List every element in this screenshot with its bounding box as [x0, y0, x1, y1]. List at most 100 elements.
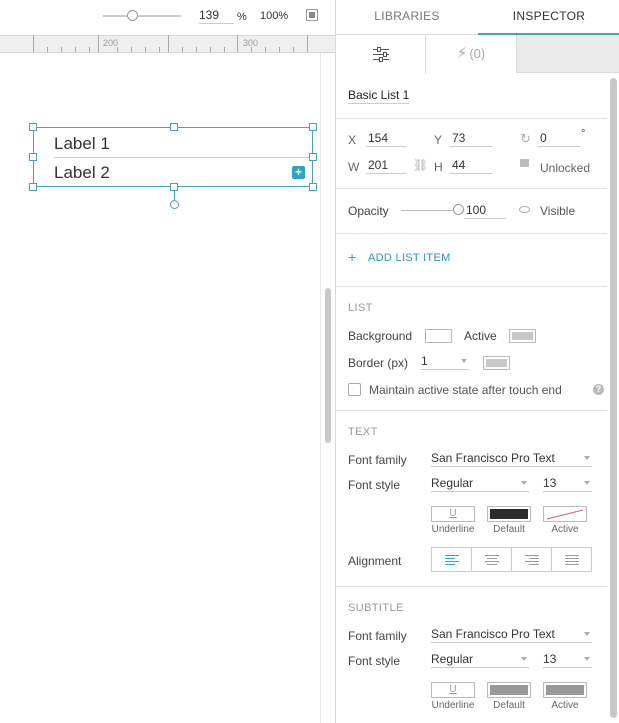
- inspector-subtabs: ⚡︎ (0): [336, 35, 619, 74]
- canvas-scroll-thumb[interactable]: [325, 288, 331, 443]
- y-label: Y: [434, 133, 443, 147]
- ruler-tick: [196, 47, 197, 52]
- zoom-reset-button[interactable]: 100%: [260, 10, 288, 22]
- subtitle-section: SUBTITLE Font family San Francisco Pro T…: [336, 587, 607, 723]
- subtitle-active-color-fill: [546, 685, 584, 695]
- subtitle-font-family-select[interactable]: San Francisco Pro Text: [431, 627, 592, 643]
- default-color-fill: [490, 509, 528, 519]
- opacity-input[interactable]: 100: [464, 203, 506, 219]
- rotation-input[interactable]: 0: [538, 131, 580, 147]
- font-size-select[interactable]: 13: [543, 476, 592, 492]
- active-label: Active: [464, 329, 497, 343]
- active-color-button[interactable]: [543, 506, 587, 522]
- h-input[interactable]: 44: [450, 158, 492, 174]
- eye-icon[interactable]: [519, 206, 530, 213]
- subtitle-font-style-label: Font style: [348, 654, 401, 668]
- help-icon[interactable]: ?: [593, 384, 604, 395]
- resize-handle-sw[interactable]: [29, 183, 37, 191]
- list-section: LIST Background Active Border (px) 1 Mai…: [336, 287, 607, 411]
- element-name-field[interactable]: Basic List 1: [348, 88, 410, 104]
- ruler-tick: [293, 47, 294, 52]
- visible-toggle[interactable]: Visible: [540, 204, 575, 218]
- resize-handle-e[interactable]: [309, 153, 317, 161]
- opacity-slider[interactable]: [401, 210, 459, 211]
- geometry-section: X 154 Y 73 ↻ 0 ° W 201 ⛓︎ H 44 Unlocked: [336, 119, 607, 189]
- font-family-select[interactable]: San Francisco Pro Text: [431, 451, 592, 467]
- ruler-tick: [131, 47, 132, 52]
- tab-properties[interactable]: [336, 35, 426, 74]
- underline-button[interactable]: U: [431, 506, 475, 522]
- subtitle-font-size-value: 13: [543, 652, 557, 666]
- ruler-tick: [145, 47, 146, 52]
- active-color-fill: [512, 332, 533, 340]
- border-width-value: 1: [421, 354, 428, 368]
- resize-handle-se[interactable]: [309, 183, 317, 191]
- default-caption: Default: [493, 524, 525, 535]
- resize-handle-ne[interactable]: [309, 123, 317, 131]
- subtitle-font-style-select[interactable]: Regular: [431, 652, 529, 668]
- canvas-vertical-scrollbar[interactable]: [320, 53, 335, 723]
- ruler-label: 200: [103, 38, 119, 48]
- subtitle-underline-button[interactable]: U: [431, 682, 475, 698]
- horizontal-ruler: 200 300: [0, 35, 335, 53]
- section-title-list: LIST: [348, 302, 373, 314]
- subtitle-font-size-select[interactable]: 13: [543, 652, 592, 668]
- align-right-button[interactable]: [512, 548, 552, 571]
- opacity-slider-thumb[interactable]: [453, 204, 464, 215]
- active-caption: Active: [551, 524, 579, 535]
- ruler-tick: [47, 47, 48, 52]
- resize-handle-s[interactable]: [170, 183, 178, 191]
- resize-handle-w[interactable]: [29, 153, 37, 161]
- active-color-swatch[interactable]: [509, 329, 536, 343]
- border-width-select[interactable]: 1: [421, 354, 469, 370]
- font-style-select[interactable]: Regular: [431, 476, 529, 492]
- background-color-swatch[interactable]: [425, 329, 452, 343]
- align-justify-button[interactable]: [552, 548, 592, 571]
- x-input[interactable]: 154: [366, 131, 406, 147]
- y-input[interactable]: 73: [450, 131, 492, 147]
- no-color-icon: [546, 509, 584, 520]
- subtitle-active-color-button[interactable]: [543, 682, 587, 698]
- panel-scroll-thumb[interactable]: [610, 78, 617, 718]
- plus-icon[interactable]: +: [348, 249, 356, 265]
- lock-status[interactable]: Unlocked: [540, 161, 590, 175]
- border-label: Border (px): [348, 356, 409, 370]
- tab-events[interactable]: ⚡︎ (0): [426, 35, 517, 73]
- zoom-input[interactable]: 139: [199, 8, 234, 24]
- lock-icon[interactable]: [520, 159, 529, 167]
- default-color-button[interactable]: [487, 506, 531, 522]
- ruler-tick: [182, 47, 183, 52]
- section-title-subtitle: SUBTITLE: [348, 602, 404, 614]
- rotate-handle[interactable]: [170, 200, 179, 209]
- font-family-value: San Francisco Pro Text: [431, 451, 555, 465]
- h-label: H: [434, 160, 443, 174]
- add-item-section: + ADD LIST ITEM: [336, 234, 607, 287]
- w-input[interactable]: 201: [366, 158, 406, 174]
- link-icon[interactable]: ⛓︎: [413, 158, 428, 172]
- panel-vertical-scrollbar[interactable]: [607, 73, 619, 723]
- font-family-label: Font family: [348, 453, 407, 467]
- resize-handle-n[interactable]: [170, 123, 178, 131]
- opacity-label: Opacity: [348, 204, 389, 218]
- lightning-icon: ⚡︎: [456, 45, 468, 62]
- zoom-slider[interactable]: [103, 15, 181, 17]
- add-list-item-button[interactable]: ADD LIST ITEM: [368, 252, 451, 264]
- list-item[interactable]: Label 2: [54, 163, 310, 183]
- ruler-tick: [168, 35, 169, 52]
- resize-handle-nw[interactable]: [29, 123, 37, 131]
- tab-libraries[interactable]: LIBRARIES: [336, 0, 478, 35]
- border-color-swatch[interactable]: [483, 356, 510, 370]
- basic-list-widget[interactable]: Label 1 Label 2 +: [33, 127, 313, 187]
- canvas-pane[interactable]: 139 % 100% 200 300 Label 1 Label 2 +: [0, 0, 335, 723]
- fit-screen-icon[interactable]: [306, 9, 318, 21]
- zoom-toolbar: 139 % 100%: [0, 0, 335, 35]
- tab-inspector[interactable]: INSPECTOR: [478, 0, 619, 35]
- subtitle-default-color-button[interactable]: [487, 682, 531, 698]
- align-left-button[interactable]: [432, 548, 472, 571]
- maintain-active-label[interactable]: Maintain active state after touch end: [369, 383, 562, 397]
- list-item[interactable]: Label 1: [54, 134, 310, 158]
- add-item-plus-icon[interactable]: +: [292, 166, 305, 179]
- align-center-button[interactable]: [472, 548, 512, 571]
- zoom-slider-thumb[interactable]: [127, 10, 138, 21]
- maintain-active-checkbox[interactable]: [348, 383, 361, 396]
